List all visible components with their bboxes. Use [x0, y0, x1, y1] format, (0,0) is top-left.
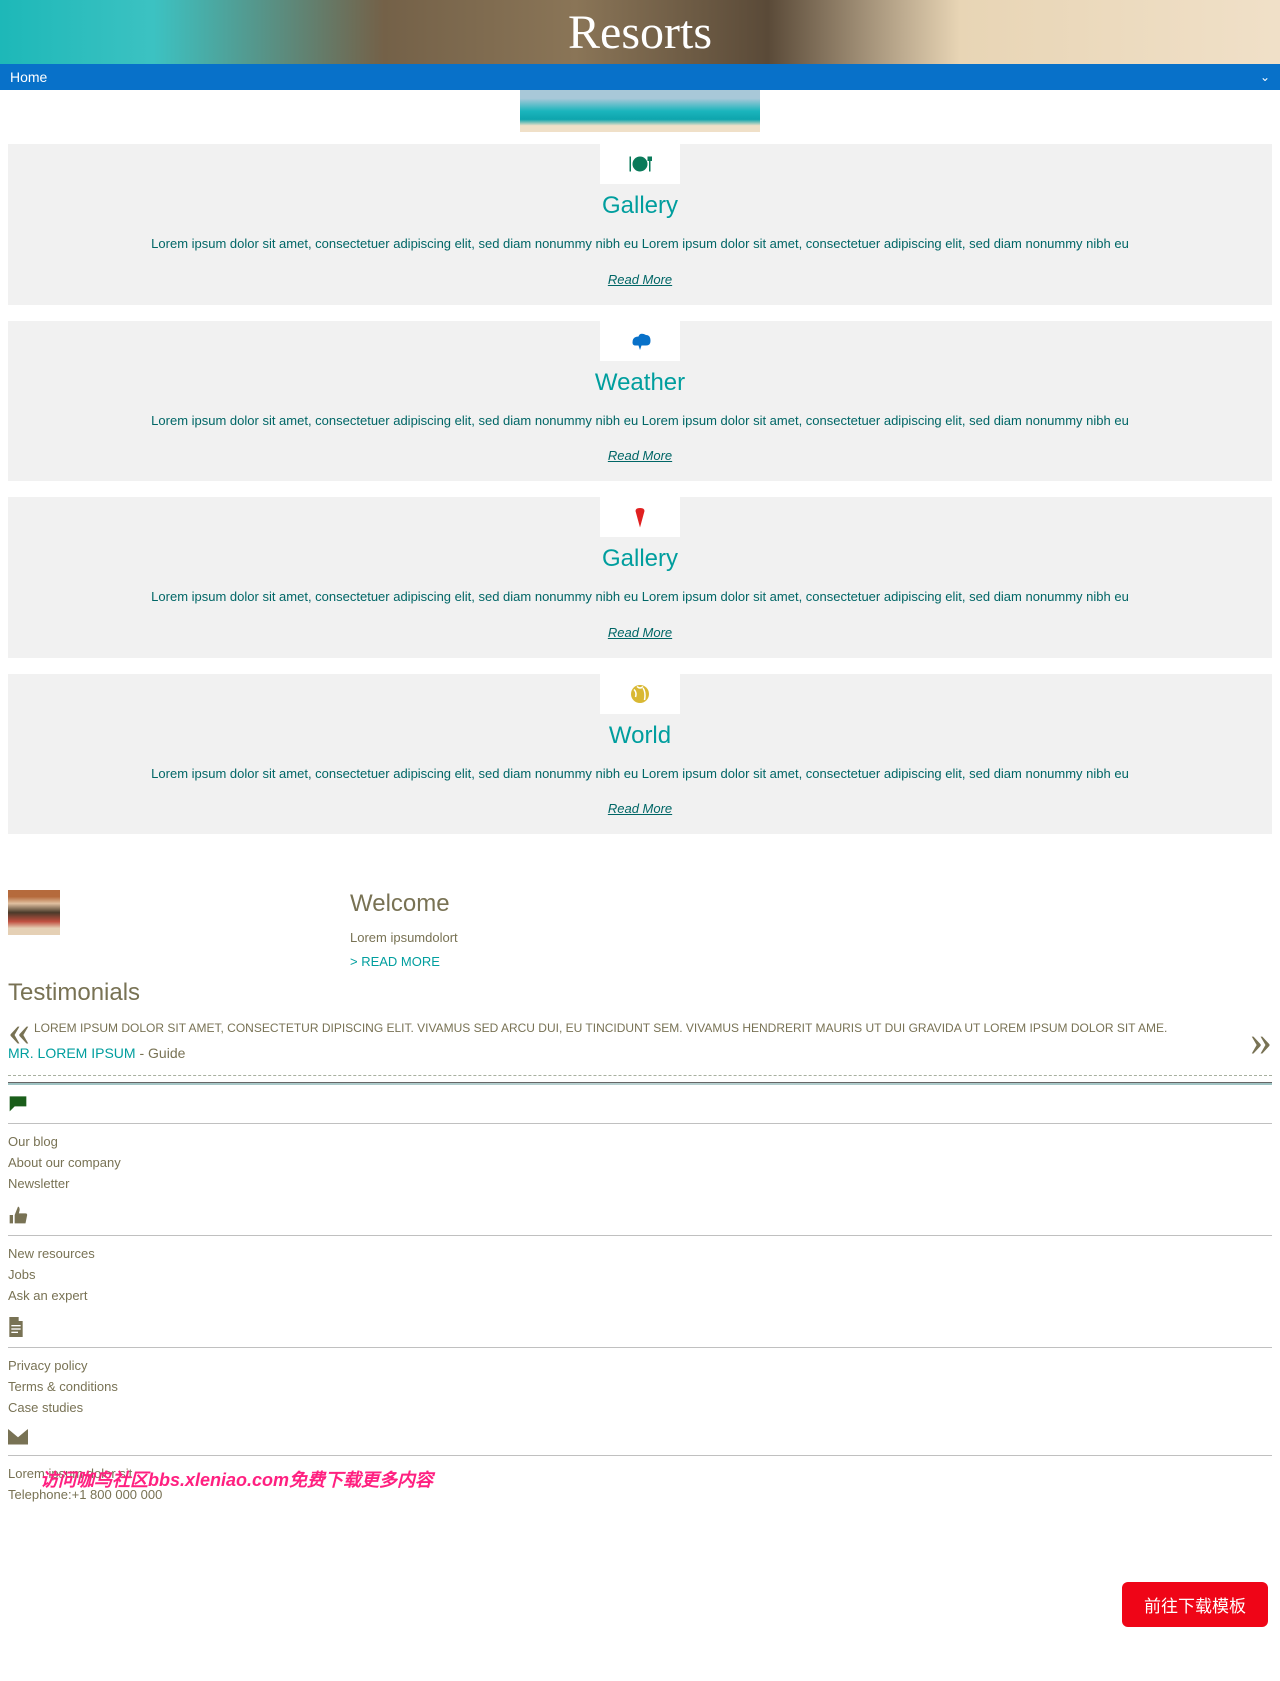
testimonials-title: Testimonials — [8, 979, 1272, 1007]
divider-dotted — [8, 1075, 1272, 1076]
footer-link[interactable]: Privacy policy — [8, 1358, 1272, 1373]
read-more-link[interactable]: Read More — [608, 801, 672, 816]
icecream-icon — [600, 497, 680, 537]
chevron-down-icon[interactable]: ⌄ — [1260, 70, 1270, 84]
hero-wrap — [0, 90, 1280, 132]
footer-link[interactable]: Terms & conditions — [8, 1379, 1272, 1394]
welcome-title: Welcome — [350, 890, 458, 918]
footer-col-2: New resources Jobs Ask an expert — [0, 1201, 1280, 1313]
card-desc: Lorem ipsum dolor sit amet, consectetuer… — [24, 234, 1256, 254]
comment-icon — [8, 1093, 28, 1113]
cloud-icon — [600, 321, 680, 361]
card-desc: Lorem ipsum dolor sit amet, consectetuer… — [24, 411, 1256, 431]
download-button[interactable]: 前往下载模板 — [1122, 1582, 1268, 1627]
quote-text: LOREM IPSUM DOLOR SIT AMET, CONSECTETUR … — [18, 1011, 1262, 1045]
navbar: Home ⌄ — [0, 64, 1280, 90]
welcome-text: Lorem ipsumdolort — [350, 930, 458, 945]
thumbs-up-icon — [8, 1205, 28, 1225]
card-world: World Lorem ipsum dolor sit amet, consec… — [8, 674, 1272, 835]
nav-home-link[interactable]: Home — [10, 69, 47, 85]
food-icon — [600, 144, 680, 184]
read-more-link[interactable]: Read More — [608, 625, 672, 640]
footer-col-4: Lorem ipsum dolor sit, Telephone:+1 800 … — [0, 1425, 1280, 1512]
quote-right-icon: » — [1250, 1015, 1272, 1066]
footer-link[interactable]: Newsletter — [8, 1176, 1272, 1191]
card-title: Weather — [24, 369, 1256, 397]
read-more-link[interactable]: Read More — [608, 448, 672, 463]
card-title: Gallery — [24, 192, 1256, 220]
card-title: World — [24, 722, 1256, 750]
welcome-read-more-link[interactable]: > READ MORE — [350, 954, 440, 969]
footer-link[interactable]: Case studies — [8, 1400, 1272, 1415]
hero-image — [520, 90, 760, 132]
footer-link[interactable]: Jobs — [8, 1267, 1272, 1282]
footer-link[interactable]: Ask an expert — [8, 1288, 1272, 1303]
footer-link[interactable]: Our blog — [8, 1134, 1272, 1149]
avatar — [8, 890, 60, 935]
testimonials-section: Testimonials « LOREM IPSUM DOLOR SIT AME… — [0, 971, 1280, 1085]
footer-link[interactable]: About our company — [8, 1155, 1272, 1170]
card-weather: Weather Lorem ipsum dolor sit amet, cons… — [8, 321, 1272, 482]
quote-author: MR. LOREM IPSUM - Guide — [8, 1045, 1272, 1061]
card-title: Gallery — [24, 545, 1256, 573]
card-desc: Lorem ipsum dolor sit amet, consectetuer… — [24, 764, 1256, 784]
watermark-text: 访问咖鸟社区bbs.xleniao.com免费下载更多内容 — [40, 1466, 433, 1492]
welcome-section: Welcome Lorem ipsumdolort > READ MORE — [0, 850, 1280, 971]
footer-link[interactable]: New resources — [8, 1246, 1272, 1261]
globe-icon — [600, 674, 680, 714]
cards-container: Gallery Lorem ipsum dolor sit amet, cons… — [0, 132, 1280, 834]
card-gallery: Gallery Lorem ipsum dolor sit amet, cons… — [8, 144, 1272, 305]
divider-gradient — [8, 1082, 1272, 1085]
card-desc: Lorem ipsum dolor sit amet, consectetuer… — [24, 587, 1256, 607]
read-more-link[interactable]: Read More — [608, 272, 672, 287]
footer-col-1: Our blog About our company Newsletter — [0, 1089, 1280, 1201]
footer-col-3: Privacy policy Terms & conditions Case s… — [0, 1313, 1280, 1425]
header-banner: Resorts — [0, 0, 1280, 64]
envelope-icon — [8, 1429, 28, 1445]
quote-left-icon: « — [8, 1005, 30, 1056]
card-gallery2: Gallery Lorem ipsum dolor sit amet, cons… — [8, 497, 1272, 658]
file-icon — [8, 1317, 24, 1337]
logo: Resorts — [568, 5, 712, 60]
